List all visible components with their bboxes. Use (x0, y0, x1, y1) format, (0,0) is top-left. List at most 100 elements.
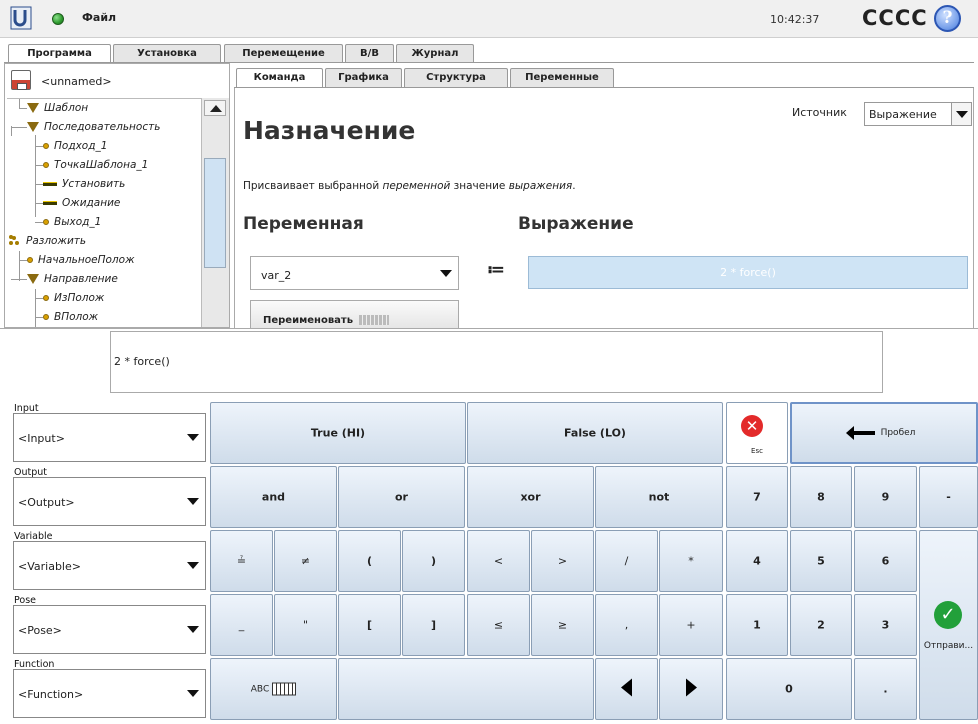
key-label: 4 (753, 554, 761, 568)
scroll-thumb[interactable] (204, 158, 226, 268)
tab-command[interactable]: Команда (236, 68, 323, 88)
expression-input[interactable]: 2 * force() (110, 331, 883, 393)
source-select[interactable]: Выражение (864, 102, 972, 126)
chevron-down-icon[interactable] (183, 670, 205, 717)
tree-item[interactable]: Ожидание (35, 194, 120, 213)
cursor-right-key[interactable] (659, 658, 723, 720)
input-select[interactable]: <Input> (13, 413, 206, 462)
tree-item[interactable]: Шаблон (27, 99, 88, 118)
tree-item[interactable]: Последовательность (27, 118, 160, 137)
chevron-down-icon[interactable] (436, 257, 458, 289)
tree-item[interactable]: ИзПолож (35, 289, 104, 308)
key-dot[interactable]: . (854, 658, 917, 720)
key-3[interactable]: 3 (854, 594, 917, 656)
key-label: or (395, 490, 408, 504)
key-6[interactable]: 6 (854, 530, 917, 592)
key-rparen[interactable]: ) (402, 530, 465, 592)
tree-item[interactable]: Подход_1 (35, 137, 107, 156)
tab-installation[interactable]: Установка (113, 44, 221, 63)
key-2[interactable]: 2 (790, 594, 852, 656)
chevron-down-icon[interactable] (183, 414, 205, 461)
cursor-left-key[interactable] (595, 658, 658, 720)
save-icon[interactable] (11, 70, 31, 90)
variable-select[interactable]: var_2 (250, 256, 459, 290)
chevron-down-icon[interactable] (183, 478, 205, 525)
pose-select[interactable]: <Pose> (13, 605, 206, 654)
key-lparen[interactable]: ( (338, 530, 401, 592)
arrow-left-icon (621, 678, 632, 697)
key-assign[interactable]: ≟ (210, 530, 273, 592)
key-7[interactable]: 7 (726, 466, 788, 528)
key-label: 8 (817, 490, 825, 504)
space-key[interactable] (338, 658, 594, 720)
variable-select-kb[interactable]: <Variable> (13, 541, 206, 590)
tree-connector (35, 297, 43, 299)
rename-button[interactable]: Переименовать (250, 300, 459, 328)
key-8[interactable]: 8 (790, 466, 852, 528)
tree-item[interactable]: Разложить (9, 232, 86, 251)
true-key[interactable]: True (HI) (210, 402, 466, 464)
expression-field[interactable]: 2 * force() (528, 256, 968, 289)
tree-connector (11, 278, 27, 280)
key-0[interactable]: 0 (726, 658, 852, 720)
file-menu[interactable]: Файл (82, 11, 116, 24)
chevron-down-icon[interactable] (183, 606, 205, 653)
and-key[interactable]: and (210, 466, 337, 528)
tree-item[interactable]: НачальноеПолож (19, 251, 135, 270)
chevron-down-icon[interactable] (951, 103, 971, 125)
key-multiply[interactable]: * (659, 530, 723, 592)
tab-move[interactable]: Перемещение (224, 44, 343, 63)
description-text: . (572, 180, 576, 192)
tab-structure[interactable]: Структура (404, 68, 508, 87)
waypoint-icon (43, 143, 49, 149)
output-select[interactable]: <Output> (13, 477, 206, 526)
tab-log[interactable]: Журнал (396, 44, 474, 63)
key-rbracket[interactable]: ] (402, 594, 465, 656)
chevron-down-icon[interactable] (183, 542, 205, 589)
key-divide[interactable]: / (595, 530, 658, 592)
tree-item[interactable]: Установить (35, 175, 125, 194)
key-plus[interactable]: + (659, 594, 723, 656)
backspace-key[interactable]: Пробел (790, 402, 978, 464)
key-not-equal[interactable]: ≠ (274, 530, 337, 592)
esc-key[interactable]: ✕ Esc (726, 402, 788, 464)
key-less-equal[interactable]: ≤ (467, 594, 530, 656)
key-1[interactable]: 1 (726, 594, 788, 656)
submit-label: Отправи... (923, 641, 974, 651)
not-key[interactable]: not (595, 466, 723, 528)
false-key[interactable]: False (LO) (467, 402, 723, 464)
xor-key[interactable]: xor (467, 466, 594, 528)
function-select[interactable]: <Function> (13, 669, 206, 718)
tree-item[interactable]: Выход_1 (35, 213, 101, 232)
tree-item[interactable]: ВПолож (35, 308, 98, 327)
scroll-up-icon[interactable] (204, 100, 226, 116)
key-9[interactable]: 9 (854, 466, 917, 528)
input-select-value: <Input> (18, 432, 65, 445)
or-key[interactable]: or (338, 466, 465, 528)
tab-graphics[interactable]: Графика (325, 68, 402, 87)
tree-item[interactable]: ТочкаШаблона_1 (35, 156, 148, 175)
key-label: and (261, 490, 286, 504)
key-lbracket[interactable]: [ (338, 594, 401, 656)
help-icon[interactable]: ? (934, 5, 961, 32)
tab-variables[interactable]: Переменные (510, 68, 614, 87)
tree-item[interactable]: Направление (11, 270, 118, 289)
key-quote[interactable]: " (274, 594, 337, 656)
key-underscore[interactable]: _ (210, 594, 273, 656)
key-label: ≥ (557, 618, 568, 632)
tab-io[interactable]: В/В (345, 44, 394, 63)
program-tree: Шаблон Последовательность Подход_1 Точка… (7, 98, 227, 327)
key-comma[interactable]: , (595, 594, 658, 656)
key-4[interactable]: 4 (726, 530, 788, 592)
tree-scrollbar[interactable] (201, 98, 229, 327)
key-label: " (302, 618, 309, 632)
description-text: Присваивает выбранной (243, 180, 383, 192)
key-minus[interactable]: - (919, 466, 978, 528)
key-less[interactable]: < (467, 530, 530, 592)
key-5[interactable]: 5 (790, 530, 852, 592)
key-greater[interactable]: > (531, 530, 594, 592)
submit-key[interactable]: ✓ Отправи... (919, 530, 978, 720)
abc-keyboard-key[interactable]: ABC (210, 658, 337, 720)
key-greater-equal[interactable]: ≥ (531, 594, 594, 656)
tab-program[interactable]: Программа (8, 44, 111, 64)
